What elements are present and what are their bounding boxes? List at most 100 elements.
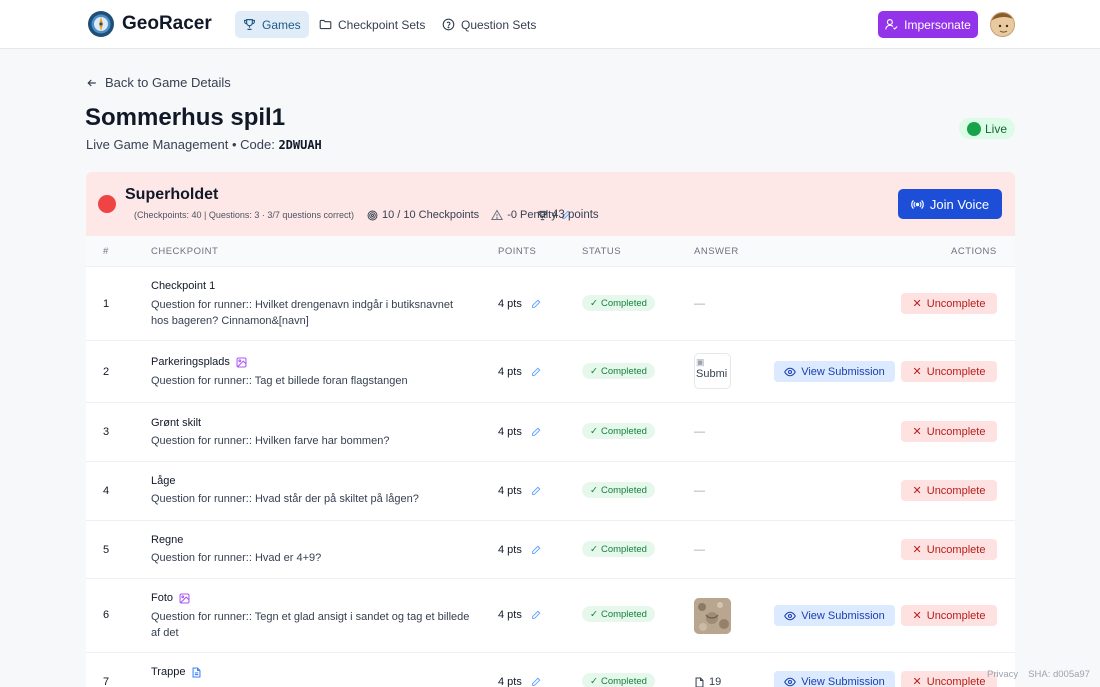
table-row: 4 Låge Question for runner:: Hvad står d… <box>86 461 1015 520</box>
x-icon: ✕ <box>912 485 922 497</box>
checkpoint-title-text: Checkpoint 1 <box>151 280 216 292</box>
edit-points-pencil-icon[interactable] <box>531 545 541 555</box>
row-number: 3 <box>103 426 110 438</box>
check-icon: ✓ <box>590 675 598 687</box>
join-voice-button[interactable]: Join Voice <box>898 189 1002 219</box>
checkpoint-title-text: Parkeringsplads <box>151 356 230 368</box>
team-checkpoints: 10 / 10 Checkpoints <box>367 209 479 221</box>
edit-points-pencil-icon[interactable] <box>531 677 541 687</box>
status-label: Completed <box>600 365 647 377</box>
view-submission-button[interactable]: View Submission <box>774 361 895 382</box>
checkpoint-question: Question for runner:: Tag et billede for… <box>151 375 408 387</box>
document-icon <box>193 667 201 677</box>
impersonate-button[interactable]: Impersonate <box>878 11 978 38</box>
team-name: Superholdet <box>125 186 219 203</box>
check-icon: ✓ <box>590 425 598 437</box>
edit-points-pencil-icon[interactable] <box>531 610 541 620</box>
answer-empty: — <box>694 298 705 310</box>
points-value: 4 pts <box>498 426 522 438</box>
subtitle-prefix: Live Game Management • Code: <box>86 137 279 152</box>
checkpoint-title: Grønt skilt <box>151 417 201 429</box>
row-number: 7 <box>103 676 110 687</box>
thumbnail-alt-text: Submi <box>696 368 728 380</box>
table-header: # CHECKPOINT POINTS STATUS ANSWER ACTION… <box>86 236 1015 266</box>
status-badge: ✓ Completed <box>582 541 655 557</box>
table-row: 7 Trappe 4 pts ✓ Completed 19 View Submis… <box>86 652 1015 687</box>
uncomplete-button[interactable]: ✕ Uncomplete <box>901 293 997 314</box>
answer-file-reference[interactable]: 19 <box>694 676 721 687</box>
checkpoint-title: Checkpoint 1 <box>151 280 215 292</box>
points-cell: 4 pts <box>498 426 541 438</box>
nav-checkpoint-sets[interactable]: Checkpoint Sets <box>311 11 433 38</box>
points-value: 4 pts <box>498 609 522 621</box>
uncomplete-button[interactable]: ✕ Uncomplete <box>901 539 997 560</box>
table-row: 6 Foto Question for runner:: Tegn et gla… <box>86 578 1015 652</box>
uncomplete-button[interactable]: ✕ Uncomplete <box>901 605 997 626</box>
uncomplete-button[interactable]: ✕ Uncomplete <box>901 361 997 382</box>
points-value: 4 pts <box>498 366 522 378</box>
target-icon <box>367 210 378 220</box>
avatar-face-icon <box>991 13 1014 36</box>
edit-points-pencil-icon[interactable] <box>531 367 541 377</box>
compass-logo-icon[interactable] <box>87 10 115 38</box>
table-row: 2 Parkeringsplads Question for runner:: … <box>86 340 1015 402</box>
x-icon: ✕ <box>912 426 922 438</box>
team-points: 43 points <box>537 209 599 221</box>
brand-name[interactable]: GeoRacer <box>122 13 212 35</box>
uncomplete-button[interactable]: ✕ Uncomplete <box>901 671 997 687</box>
status-label: Completed <box>600 297 647 309</box>
uncomplete-label: Uncomplete <box>926 543 986 556</box>
check-icon: ✓ <box>590 484 598 496</box>
checkpoint-table: # CHECKPOINT POINTS STATUS ANSWER ACTION… <box>86 236 1015 687</box>
col-checkpoint: CHECKPOINT <box>151 246 219 257</box>
answer-text: 19 <box>709 676 722 687</box>
table-row: 1 Checkpoint 1 Question for runner:: Hvi… <box>86 266 1015 340</box>
nav-question-sets[interactable]: Question Sets <box>434 11 544 38</box>
points-value: 4 pts <box>498 298 522 310</box>
checkpoint-question: Question for runner:: Hvad står der på s… <box>151 493 419 505</box>
points-value: 4 pts <box>498 676 522 687</box>
view-submission-button[interactable]: View Submission <box>774 671 895 687</box>
uncomplete-button[interactable]: ✕ Uncomplete <box>901 421 997 442</box>
avatar[interactable] <box>990 12 1015 37</box>
checkpoint-title-text: Låge <box>151 475 176 487</box>
folder-icon <box>319 19 332 30</box>
checkpoint-question: Question for runner:: Hvilket drengenavn… <box>151 299 454 327</box>
team-stats: 43 points (Checkpoints: 40 | Questions: … <box>125 209 599 221</box>
x-icon: ✕ <box>912 544 922 556</box>
status-badge: ✓ Completed <box>582 673 655 687</box>
x-icon: ✕ <box>912 298 922 310</box>
checkpoint-title: Regne <box>151 534 183 546</box>
privacy-link[interactable]: Privacy <box>987 669 1018 680</box>
points-cell: 4 pts <box>498 609 541 621</box>
status-label: Completed <box>600 608 647 620</box>
edit-points-pencil-icon[interactable] <box>531 486 541 496</box>
col-points: POINTS <box>498 246 537 257</box>
broken-image-icon: ▣ <box>696 357 705 367</box>
edit-points-pencil-icon[interactable] <box>531 427 541 437</box>
team-card: Superholdet 43 points (Checkpoints: 40 |… <box>86 172 1015 236</box>
status-label: Completed <box>600 543 647 555</box>
nav-games-label: Games <box>262 17 301 32</box>
checkpoint-title: Trappe <box>151 666 202 678</box>
submission-thumbnail[interactable]: ▣ Submi <box>694 353 731 389</box>
nav-games[interactable]: Games <box>235 11 309 38</box>
team-points-label: 43 points <box>552 209 599 221</box>
view-submission-button[interactable]: View Submission <box>774 605 895 626</box>
view-submission-label: View Submission <box>801 609 885 622</box>
eye-icon <box>784 367 797 376</box>
points-cell: 4 pts <box>498 366 541 378</box>
nav-checkpoint-sets-label: Checkpoint Sets <box>338 17 426 32</box>
checkpoint-title: Parkeringsplads <box>151 356 247 368</box>
col-actions: ACTIONS <box>951 246 997 257</box>
answer-empty: — <box>694 544 705 556</box>
points-value: 4 pts <box>498 485 522 497</box>
back-to-game-details-link[interactable]: Back to Game Details <box>86 75 231 90</box>
points-value: 4 pts <box>498 544 522 556</box>
checkpoint-title-text: Regne <box>151 534 184 546</box>
submission-photo-thumbnail[interactable] <box>694 598 731 634</box>
top-navbar: GeoRacer Games Checkpoint Sets Question … <box>0 0 1100 49</box>
edit-points-pencil-icon[interactable] <box>531 299 541 309</box>
uncomplete-button[interactable]: ✕ Uncomplete <box>901 480 997 501</box>
table-row: 5 Regne Question for runner:: Hvad er 4+… <box>86 520 1015 578</box>
